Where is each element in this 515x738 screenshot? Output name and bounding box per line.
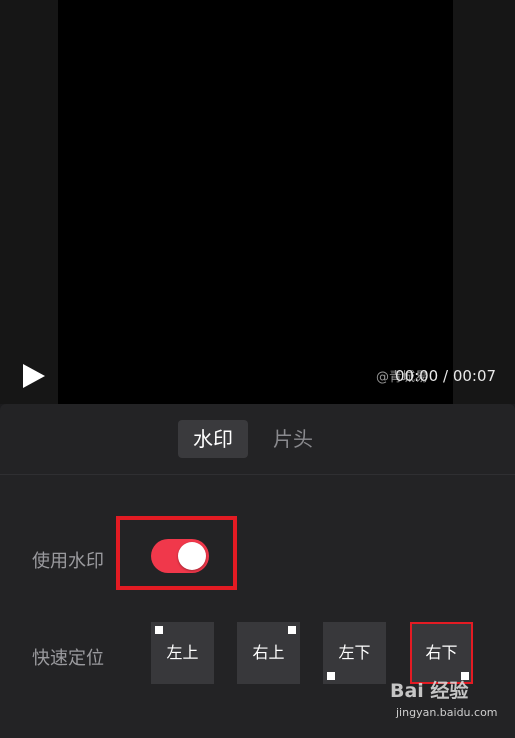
toggle-knob [178,542,206,570]
tab-intro[interactable]: 片头 [258,420,328,458]
video-preview-area: @青城易 00:00 / 00:07 [0,0,515,404]
position-label: 右下 [425,643,458,662]
corner-marker-icon [327,672,335,680]
position-label: 左下 [338,643,371,662]
use-watermark-toggle[interactable] [151,539,209,573]
logo-text: Bai 经验 [390,680,469,702]
quick-position-label: 快速定位 [32,648,104,669]
play-icon[interactable] [20,362,48,390]
logo-url: jingyan.baidu.com [396,706,498,719]
corner-marker-icon [155,626,163,634]
baidu-jingyan-logo: Bai 经验 jingyan.baidu.com [390,676,498,719]
use-watermark-label: 使用水印 [32,551,104,572]
corner-marker-icon [288,626,296,634]
position-label: 右上 [252,643,285,662]
tab-bar: 水印 片头 [0,404,515,475]
position-bottom-right-button[interactable]: 右下 [410,622,473,684]
position-label: 左上 [166,643,199,662]
tab-watermark[interactable]: 水印 [178,420,248,458]
position-top-right-button[interactable]: 右上 [237,622,300,684]
position-bottom-left-button[interactable]: 左下 [323,622,386,684]
time-display: 00:00 / 00:07 [395,367,497,385]
video-frame [58,0,453,404]
settings-panel: 水印 片头 使用水印 快速定位 左上 右上 左下 右下 Bai 经验 jingy… [0,404,515,738]
position-top-left-button[interactable]: 左上 [151,622,214,684]
